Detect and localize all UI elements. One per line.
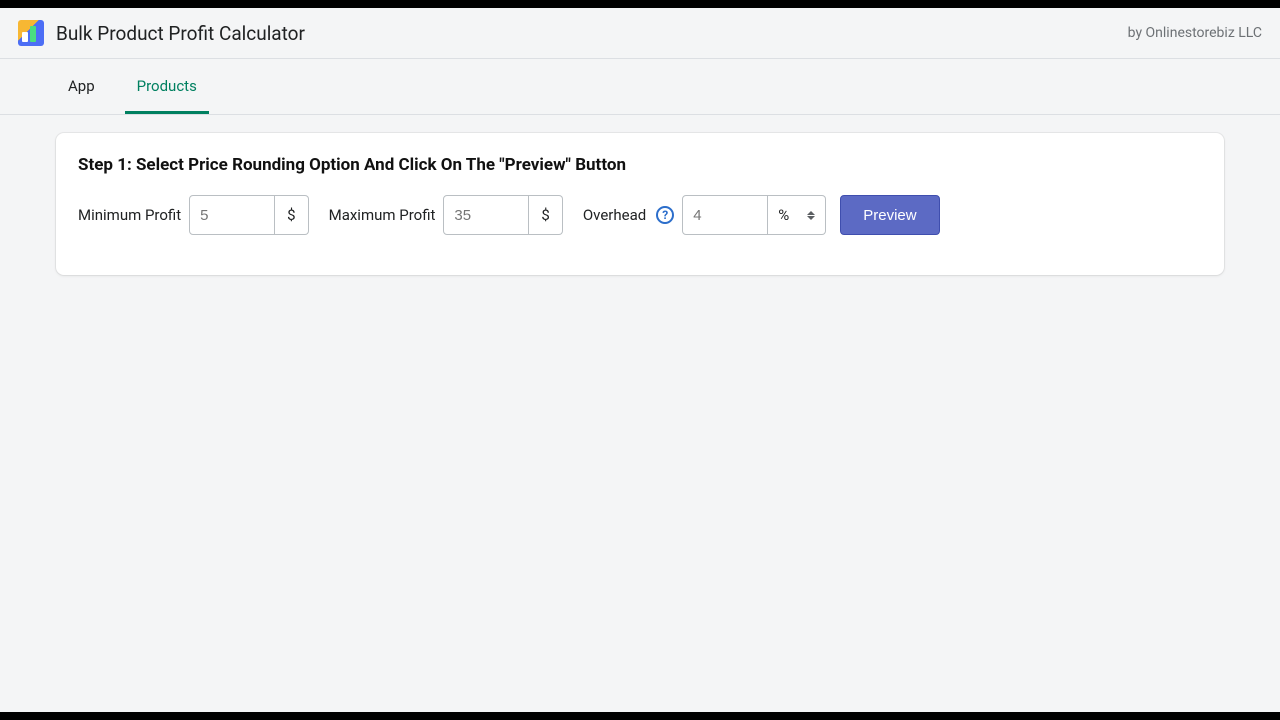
app-header: Bulk Product Profit Calculator by Online… <box>0 8 1280 59</box>
max-profit-input[interactable] <box>443 195 529 235</box>
preview-button[interactable]: Preview <box>840 195 939 235</box>
min-profit-suffix: $ <box>275 195 308 235</box>
step-title: Step 1: Select Price Rounding Option And… <box>78 155 1202 175</box>
max-profit-label: Maximum Profit <box>329 206 436 224</box>
overhead-unit-select[interactable]: % <box>768 195 826 235</box>
letterbox-bottom <box>0 712 1280 720</box>
help-icon[interactable]: ? <box>656 206 674 224</box>
overhead-group: % <box>682 195 826 235</box>
content-area: Step 1: Select Price Rounding Option And… <box>0 115 1280 293</box>
letterbox-top <box>0 0 1280 8</box>
form-row: Minimum Profit $ Maximum Profit $ Overhe… <box>78 195 1202 235</box>
min-profit-input[interactable] <box>189 195 275 235</box>
app-title: Bulk Product Profit Calculator <box>56 22 305 45</box>
tab-bar: App Products <box>0 59 1280 115</box>
tab-app[interactable]: App <box>56 59 107 114</box>
min-profit-label: Minimum Profit <box>78 206 181 224</box>
tab-products[interactable]: Products <box>125 59 209 114</box>
app-byline: by Onlinestorebiz LLC <box>1128 25 1262 41</box>
overhead-label: Overhead <box>583 206 646 224</box>
overhead-unit-value: % <box>778 206 789 224</box>
max-profit-group: $ <box>443 195 562 235</box>
app-logo-icon <box>18 20 44 46</box>
step-card: Step 1: Select Price Rounding Option And… <box>56 133 1224 275</box>
overhead-input[interactable] <box>682 195 768 235</box>
min-profit-group: $ <box>189 195 308 235</box>
select-arrows-icon <box>807 211 815 220</box>
max-profit-suffix: $ <box>529 195 562 235</box>
